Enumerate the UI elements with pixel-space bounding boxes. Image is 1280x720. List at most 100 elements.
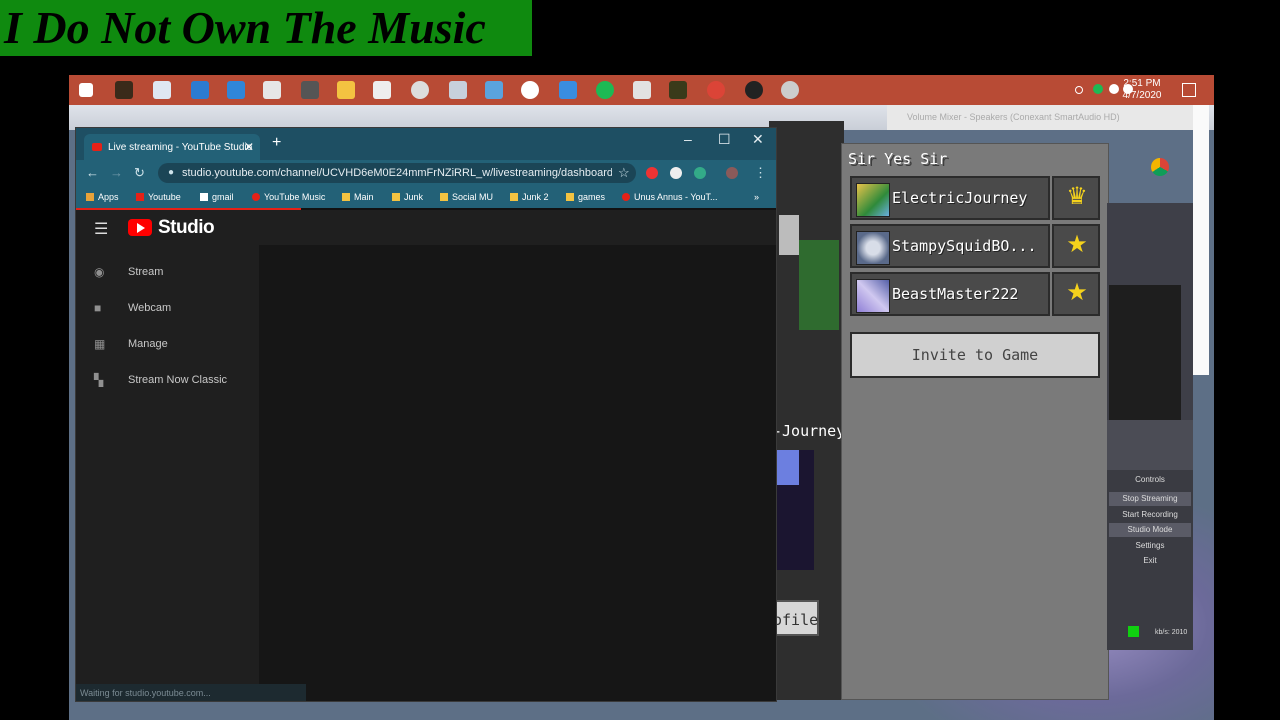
reload-icon[interactable]: ↻ [134, 165, 145, 181]
back-icon[interactable]: ← [86, 165, 99, 180]
bookmark-label: gmail [212, 192, 234, 202]
start-recording-button[interactable]: Start Recording [1109, 508, 1191, 522]
app-icon-3[interactable] [449, 81, 467, 99]
bookmark-unus-annus[interactable]: Unus Annus - YouT... [622, 192, 718, 202]
minecraft-icon[interactable] [669, 81, 687, 99]
bookmark-junk[interactable]: Junk [392, 192, 423, 202]
spotify-icon[interactable] [596, 81, 614, 99]
browser-titlebar: Live streaming - YouTube Studio ✕ + – ☐ … [76, 128, 776, 160]
friend-badge[interactable]: ★ [1052, 224, 1100, 268]
file-explorer-icon[interactable] [337, 81, 355, 99]
bookmark-social-mu[interactable]: Social MU [440, 192, 493, 202]
tab-youtube-studio[interactable]: Live streaming - YouTube Studio ✕ [84, 134, 260, 160]
player-name-tag: -Journey [773, 422, 846, 440]
app-icon-6[interactable] [633, 81, 651, 99]
exit-button[interactable]: Exit [1109, 554, 1191, 568]
crown-icon: ♛ [1066, 183, 1088, 210]
minimize-button[interactable]: – [684, 131, 692, 147]
extension-icon[interactable] [670, 167, 682, 179]
new-tab-button[interactable]: + [272, 134, 281, 152]
maximize-button[interactable]: ☐ [718, 131, 731, 148]
minecraft-player-hair [774, 450, 799, 485]
broadcast-icon: ◉ [94, 265, 105, 279]
chrome-icon[interactable] [707, 81, 725, 99]
nav-stream-now-classic[interactable]: ▚ Stream Now Classic [76, 365, 259, 395]
url-text: studio.youtube.com/channel/UCVHD6eM0E24m… [182, 167, 612, 179]
friend-name-button[interactable]: ElectricJourney [850, 176, 1050, 220]
settings-button[interactable]: Settings [1109, 539, 1191, 553]
notification-icon[interactable] [1182, 83, 1196, 97]
extension-icon-2[interactable] [694, 167, 706, 179]
studio-logo-text: Studio [158, 217, 215, 238]
app-icon-7[interactable] [781, 81, 799, 99]
nav-webcam[interactable]: ■ Webcam [76, 293, 259, 323]
app-icon-2[interactable] [301, 81, 319, 99]
taskbar-clock[interactable]: 2:51 PM 4/7/2020 [1120, 78, 1164, 102]
bookmark-gmail[interactable]: gmail [200, 192, 234, 202]
desktop-screen: 2:51 PM 4/7/2020 Volume Mixer - Speakers… [69, 75, 1214, 720]
friend-name: BeastMaster222 [892, 285, 1019, 303]
clock-date: 4/7/2020 [1122, 90, 1162, 101]
app-icon[interactable] [115, 81, 133, 99]
bookmark-youtube[interactable]: Youtube [136, 192, 181, 202]
friend-row[interactable]: BeastMaster222 ★ [850, 272, 1100, 316]
volume-mixer-title: Volume Mixer - Speakers (Conexant SmartA… [907, 112, 1120, 122]
bookmark-youtube-music[interactable]: YouTube Music [252, 192, 325, 202]
close-button[interactable]: ✕ [752, 131, 764, 148]
forward-icon[interactable]: → [110, 165, 123, 180]
friend-name-button[interactable]: BeastMaster222 [850, 272, 1050, 316]
todo-icon[interactable] [559, 81, 577, 99]
studio-mode-button[interactable]: Studio Mode [1109, 523, 1191, 537]
bookmark-junk-2[interactable]: Junk 2 [510, 192, 549, 202]
adblock-icon[interactable] [646, 167, 658, 179]
browser-toolbar: ← → ↻ ● studio.youtube.com/channel/UCVHD… [76, 160, 776, 186]
friend-name-button[interactable]: StampySquidBO... [850, 224, 1050, 268]
hamburger-menu-icon[interactable]: ☰ [94, 219, 108, 239]
studio-sidebar: ◉ Stream ■ Webcam ▦ Manage ▚ Stream Now … [76, 245, 259, 701]
friend-badge[interactable]: ★ [1052, 272, 1100, 316]
panel-title: Sir Yes Sir [848, 150, 948, 168]
nav-stream[interactable]: ◉ Stream [76, 257, 259, 287]
tray-network-icon[interactable] [1109, 84, 1119, 94]
play-icon [137, 223, 145, 233]
address-bar[interactable]: ● studio.youtube.com/channel/UCVHD6eM0E2… [158, 163, 636, 183]
tab-close-icon[interactable]: ✕ [244, 140, 254, 154]
menu-icon[interactable]: ⋮ [754, 165, 767, 181]
calendar-icon[interactable] [227, 81, 245, 99]
profile-avatar[interactable] [726, 167, 738, 179]
app-icon-4[interactable] [485, 81, 503, 99]
minecraft-block [779, 215, 799, 255]
bookmark-label: Main [354, 192, 374, 202]
app-icon-5[interactable] [521, 81, 539, 99]
invite-to-game-button[interactable]: Invite to Game [850, 332, 1100, 378]
music-icon[interactable] [373, 81, 391, 99]
more-bookmarks-icon[interactable]: » [754, 192, 759, 202]
youtube-icon [136, 193, 144, 201]
obs-icon[interactable] [745, 81, 763, 99]
mail-icon[interactable] [191, 81, 209, 99]
youtube-logo-icon[interactable] [128, 219, 152, 236]
friend-badge[interactable]: ♛ [1052, 176, 1100, 220]
music-disclaimer-banner: I Do Not Own The Music [0, 0, 532, 56]
nav-manage[interactable]: ▦ Manage [76, 329, 259, 359]
profile-button[interactable]: ofile [771, 600, 819, 636]
bookmark-apps[interactable]: Apps [86, 192, 119, 202]
tray-spotify-icon[interactable] [1093, 84, 1103, 94]
volume-mixer-window[interactable]: Volume Mixer - Speakers (Conexant SmartA… [887, 105, 1209, 130]
friend-row[interactable]: StampySquidBO... ★ [850, 224, 1100, 268]
friend-row[interactable]: ElectricJourney ♛ [850, 176, 1100, 220]
stop-streaming-button[interactable]: Stop Streaming [1109, 492, 1191, 506]
friend-name: ElectricJourney [892, 189, 1028, 207]
nav-label: Stream [128, 266, 164, 278]
people-icon[interactable] [153, 81, 171, 99]
settings-gear-icon[interactable] [411, 81, 429, 99]
bookmark-label: games [578, 192, 606, 202]
bookmark-main[interactable]: Main [342, 192, 374, 202]
bookmark-star-icon[interactable]: ☆ [618, 165, 630, 181]
stream-classic-icon: ▚ [94, 373, 104, 387]
windows-start-icon[interactable] [79, 83, 93, 97]
tray-chevron-icon[interactable] [1075, 86, 1083, 94]
lock-icon: ● [168, 167, 175, 178]
bookmark-games[interactable]: games [566, 192, 605, 202]
calculator-icon[interactable] [263, 81, 281, 99]
